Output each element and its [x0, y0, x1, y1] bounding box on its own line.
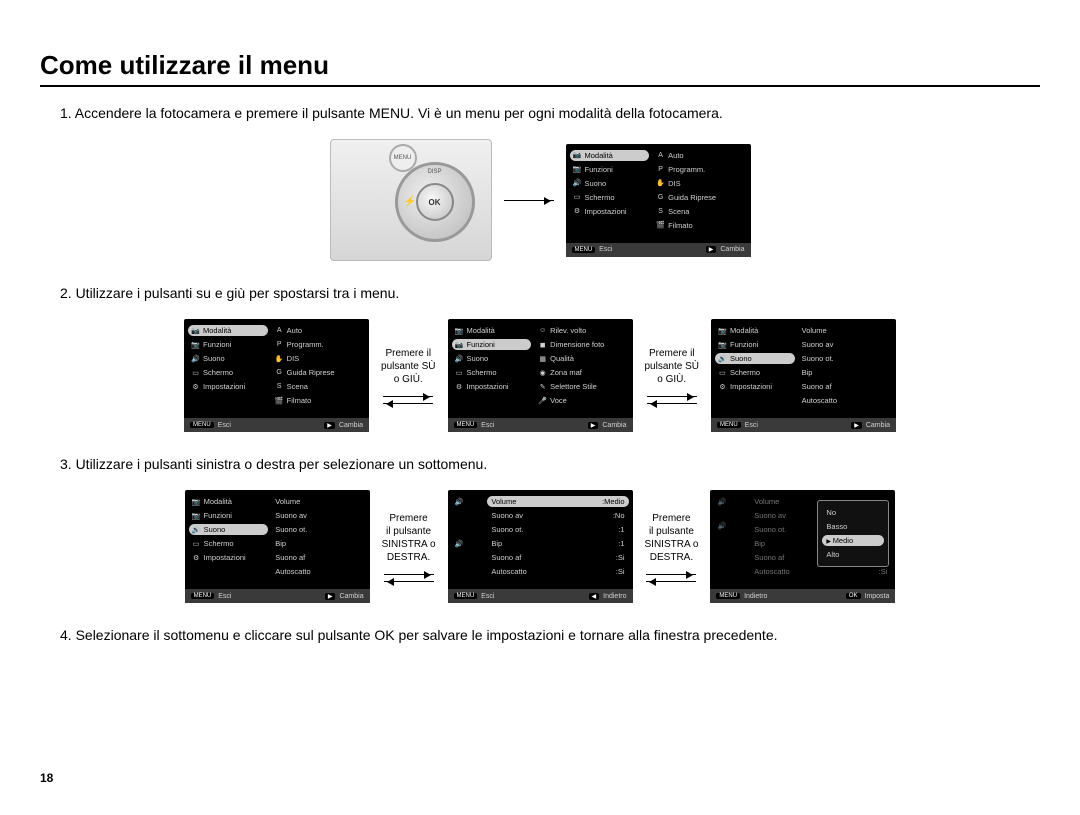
arrow-right-icon	[384, 574, 434, 575]
step-3: 3. Utilizzare i pulsanti sinistra o dest…	[60, 456, 1040, 472]
arrow-left-icon	[647, 403, 697, 404]
step-4: 4. Selezionare il sottomenu e cliccare s…	[60, 627, 1040, 643]
arrow-left-icon	[383, 403, 433, 404]
arrow-left-icon	[646, 581, 696, 582]
menu-item-label: Modalità	[585, 151, 613, 160]
lcd-step2-1: 📷Modalità 📷Funzioni 🔊Suono ▭Schermo ⚙Imp…	[184, 319, 369, 432]
lcd-main-menu: 📷Modalità 📷Funzioni 🔊Suono ▭Schermo ⚙Imp…	[566, 144, 751, 257]
lcd-step2-2: 📷Modalità 📷Funzioni 🔊Suono ▭Schermo ⚙Imp…	[448, 319, 633, 432]
arrow-label-updown: Premere il pulsante SÙ o GIÙ.	[645, 347, 699, 386]
flash-icon: ⚡	[404, 197, 416, 208]
volume-popup: No Basso Medio Alto	[817, 500, 889, 567]
popup-opt-alto: Alto	[822, 549, 884, 560]
arrow-label-leftright: Premere il pulsante SINISTRA o DESTRA.	[382, 512, 436, 564]
camera-icon: 📷	[573, 151, 582, 160]
menu-item-modalita: 📷Modalità	[570, 150, 650, 161]
arrow-label-leftright: Premere il pulsante SINISTRA o DESTRA.	[645, 512, 699, 564]
popup-opt-basso: Basso	[822, 521, 884, 532]
arrow-right-icon	[383, 396, 433, 397]
page-title: Come utilizzare il menu	[40, 50, 1040, 87]
ok-button: OK	[416, 183, 454, 221]
arrow-right-icon	[647, 396, 697, 397]
step-1: 1. Accendere la fotocamera e premere il …	[60, 105, 1040, 121]
disp-label: DISP	[427, 169, 441, 175]
page-number: 18	[40, 771, 53, 785]
arrow-right-icon	[646, 574, 696, 575]
dpad-dial: DISP ⚡ OK	[395, 162, 475, 242]
figure-row-2: 📷Modalità 📷Funzioni 🔊Suono ▭Schermo ⚙Imp…	[40, 319, 1040, 432]
figure-row-1: MENU DISP ⚡ OK 📷Modalità 📷Funzioni 🔊Suon…	[40, 139, 1040, 261]
lcd-step2-3: 📷Modalità 📷Funzioni 🔊Suono ▭Schermo ⚙Imp…	[711, 319, 896, 432]
popup-opt-medio: Medio	[822, 535, 884, 546]
step-2: 2. Utilizzare i pulsanti su e giù per sp…	[60, 285, 1040, 301]
lcd-step3-2: 🔊 🔊 Volume:Medio Suono av:No Suono ot.:1…	[448, 490, 633, 603]
arrow-left-icon	[384, 581, 434, 582]
lcd-step3-1: 📷Modalità 📷Funzioni 🔊Suono ▭Schermo ⚙Imp…	[185, 490, 370, 603]
figure-row-3: 📷Modalità 📷Funzioni 🔊Suono ▭Schermo ⚙Imp…	[40, 490, 1040, 603]
lcd-step3-3: 🔊 🔊 Volume Suono av:No Suono ot.:1 Bip:1…	[710, 490, 895, 603]
arrow-label-updown: Premere il pulsante SÙ o GIÙ.	[381, 347, 435, 386]
lcd-footer: MENUEsci ▶Cambia	[566, 243, 751, 257]
arrow-right-icon	[504, 200, 554, 201]
camera-illustration: MENU DISP ⚡ OK	[330, 139, 492, 261]
popup-opt-no: No	[822, 507, 884, 518]
arrow-single	[504, 200, 554, 201]
